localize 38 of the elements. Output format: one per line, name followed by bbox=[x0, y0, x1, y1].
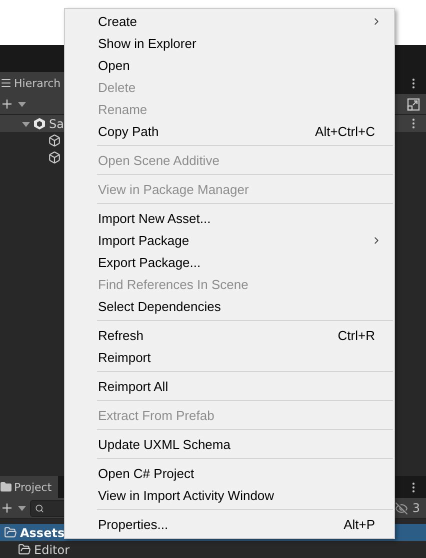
maximize-icon[interactable] bbox=[407, 98, 420, 110]
folder-icon bbox=[0, 481, 12, 493]
menu-item[interactable]: Open bbox=[65, 54, 394, 76]
menu-item[interactable]: Properties... Alt+P bbox=[65, 513, 394, 535]
folder-icon bbox=[4, 526, 17, 539]
menu-item[interactable]: Copy Path Alt+Ctrl+C bbox=[65, 120, 394, 142]
add-icon[interactable] bbox=[0, 501, 14, 515]
menu-item: Rename bbox=[97, 100, 148, 118]
menu-item: Extract From Prefab bbox=[97, 406, 216, 424]
menu-item[interactable]: Refresh Ctrl+R bbox=[65, 324, 394, 346]
menu-item[interactable]: Show in Explorer bbox=[65, 32, 394, 54]
menu-item[interactable]: View in Import Activity Window bbox=[65, 484, 394, 506]
menu-item[interactable]: Reimport bbox=[65, 346, 394, 368]
menu-item[interactable]: Open C# Project bbox=[65, 462, 394, 484]
menu-item[interactable]: Import New Asset... bbox=[65, 207, 394, 229]
cube-icon[interactable] bbox=[48, 151, 61, 164]
menu-item[interactable]: Select Dependencies bbox=[65, 295, 394, 317]
expand-caret-icon[interactable] bbox=[22, 120, 30, 128]
menu-item[interactable]: Export Package... bbox=[65, 251, 394, 273]
menu-item[interactable]: Update UXML Schema bbox=[65, 433, 394, 455]
menu-item[interactable]: Reimport All bbox=[65, 375, 394, 397]
folder-icon bbox=[18, 543, 31, 556]
add-icon[interactable] bbox=[0, 97, 14, 111]
hidden-count: 3 bbox=[412, 501, 420, 515]
cube-icon[interactable] bbox=[48, 134, 61, 147]
project-tab[interactable]: Project bbox=[0, 476, 58, 498]
menu-item[interactable]: Import Package bbox=[65, 229, 394, 251]
menu-item: Delete bbox=[97, 78, 137, 96]
menu-item: Open Scene Additive bbox=[97, 152, 220, 170]
search-icon bbox=[35, 504, 44, 512]
dropdown-caret-icon[interactable] bbox=[18, 504, 26, 512]
menu-item: Find References In Scene bbox=[97, 276, 250, 294]
hierarchy-tab[interactable]: Hierarch bbox=[0, 72, 67, 94]
menu-icon[interactable] bbox=[0, 77, 12, 89]
dropdown-caret-icon[interactable] bbox=[18, 100, 26, 108]
menu-item: View in Package Manager bbox=[97, 180, 250, 199]
hidden-icon[interactable] bbox=[395, 502, 408, 514]
folder-row[interactable]: Editor bbox=[0, 541, 426, 558]
